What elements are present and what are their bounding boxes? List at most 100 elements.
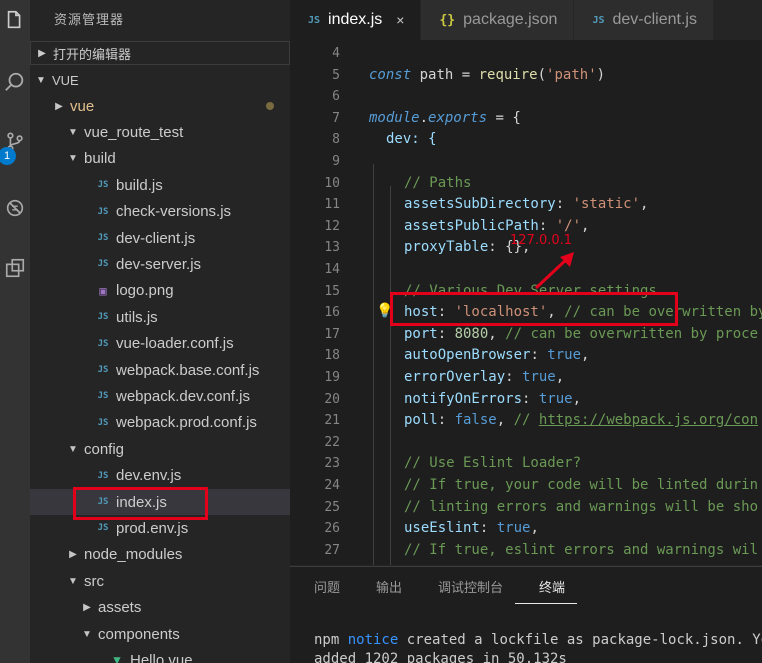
tree-item[interactable]: ▼ src bbox=[30, 568, 290, 594]
tree-item[interactable]: JS build.js bbox=[30, 172, 290, 198]
tree-item[interactable]: JS utils.js bbox=[30, 304, 290, 330]
token-text: : bbox=[479, 520, 497, 537]
chevron-right-icon: ▶ bbox=[55, 100, 63, 112]
token-boolean: false bbox=[454, 412, 497, 429]
open-editors-label: 打开的编辑器 bbox=[53, 46, 132, 62]
tree-item-label: vue bbox=[70, 97, 95, 115]
tab-label: package.json bbox=[463, 11, 558, 28]
tab-dev-client-js[interactable]: JS dev-client.js bbox=[574, 0, 714, 40]
line-number: 17 bbox=[324, 326, 340, 342]
tree-item[interactable]: JS dev-server.js bbox=[30, 251, 290, 277]
tab-output[interactable]: 输出 bbox=[352, 567, 414, 607]
code-line-19: errorOverlay: true, bbox=[404, 367, 564, 389]
token-text: : bbox=[522, 390, 539, 407]
line-number: 6 bbox=[332, 89, 340, 105]
code-line-11: assetsSubDirectory: 'static', bbox=[404, 194, 648, 216]
tree-item-label: check-versions.js bbox=[116, 203, 232, 221]
highlight-box-host bbox=[390, 292, 678, 326]
tree-item[interactable]: ▼ vue_route_test bbox=[30, 119, 290, 145]
line-number: 13 bbox=[324, 240, 340, 256]
tree-item[interactable]: ▶ node_modules bbox=[30, 542, 290, 568]
tree-item[interactable]: JS dev.env.js bbox=[30, 463, 290, 489]
tree-item[interactable]: JS webpack.prod.conf.js bbox=[30, 410, 290, 436]
tree-item-label: webpack.prod.conf.js bbox=[116, 414, 257, 432]
tree-item[interactable]: JS vue-loader.conf.js bbox=[30, 331, 290, 357]
annotation-text: 127.0.0.1 bbox=[510, 233, 573, 248]
code-line-27: // If true, eslint errors and warnings w… bbox=[404, 541, 759, 558]
close-icon[interactable]: × bbox=[396, 12, 404, 28]
files-icon[interactable] bbox=[0, 0, 30, 40]
js-file-icon: JS bbox=[97, 206, 109, 217]
token-text: : bbox=[437, 325, 455, 342]
token-string: 'static' bbox=[572, 196, 641, 213]
tree-item[interactable]: JS webpack.dev.conf.js bbox=[30, 383, 290, 409]
token-text: : bbox=[505, 368, 523, 385]
token-boolean: true bbox=[538, 390, 573, 407]
terminal-line: added 1202 packages in 50.132s bbox=[314, 651, 567, 663]
tab-problems[interactable]: 问题 bbox=[290, 567, 352, 607]
line-number: 12 bbox=[324, 218, 340, 234]
token-boolean: true bbox=[496, 520, 531, 537]
line-number: 11 bbox=[324, 197, 340, 213]
code-line-18: autoOpenBrowser: true, bbox=[404, 345, 589, 367]
line-number: 27 bbox=[324, 542, 340, 558]
code-line-23: // Use Eslint Loader? bbox=[404, 455, 582, 472]
chevron-down-icon: ▼ bbox=[82, 628, 92, 640]
token-text: : bbox=[538, 217, 556, 234]
code-line-8: dev: { bbox=[386, 129, 437, 151]
token-text: , bbox=[488, 325, 506, 342]
highlight-box-index-js bbox=[73, 487, 208, 520]
code-line-7: module.exports = { bbox=[369, 108, 521, 130]
token-property: poll bbox=[404, 412, 438, 429]
tree-item[interactable]: ▼ config bbox=[30, 436, 290, 462]
docs-link[interactable]: https://webpack.js.org/con bbox=[539, 412, 758, 428]
token-function: require bbox=[478, 66, 538, 83]
token-text: = { bbox=[487, 109, 521, 126]
chevron-right-icon: ▶ bbox=[38, 47, 46, 59]
terminal-line: npm notice created a lockfile as package… bbox=[314, 632, 762, 648]
tree-item[interactable]: ▣ logo.png bbox=[30, 278, 290, 304]
tree-item[interactable]: ▼ build bbox=[30, 146, 290, 172]
token-keyword: module bbox=[369, 109, 420, 126]
tab-package-json[interactable]: {} package.json bbox=[421, 0, 575, 40]
js-file-icon: JS bbox=[97, 338, 109, 349]
token-text: , bbox=[640, 196, 649, 213]
code-line-24: // If true, your code will be linted dur… bbox=[404, 476, 759, 493]
extensions-icon[interactable] bbox=[0, 248, 30, 288]
line-number: 8 bbox=[332, 132, 340, 148]
token-text: . bbox=[419, 109, 429, 126]
line-number: 7 bbox=[332, 110, 340, 126]
code-editor[interactable]: 4 5 6 7 8 9 10 11 12 13 14 15 16 17 18 19 20 21 22 23 24 25 26… bbox=[290, 40, 762, 565]
tree-item[interactable]: ▶ vue bbox=[30, 93, 290, 119]
tree-item[interactable]: JS check-versions.js bbox=[30, 199, 290, 225]
tree-item-label: components bbox=[98, 625, 180, 643]
search-icon[interactable] bbox=[0, 62, 30, 102]
code-line-5: const path = require('path') bbox=[369, 65, 605, 87]
tree-item[interactable]: ▼ components bbox=[30, 621, 290, 647]
json-file-icon: {} bbox=[439, 12, 456, 28]
tree-item[interactable]: JS webpack.base.conf.js bbox=[30, 357, 290, 383]
token-comment: // bbox=[513, 412, 539, 429]
line-number: 26 bbox=[324, 521, 340, 537]
tab-index-js[interactable]: JS index.js × bbox=[290, 0, 422, 40]
workspace-section[interactable]: ▼ VUE bbox=[30, 67, 290, 93]
js-file-icon: JS bbox=[97, 365, 109, 375]
tree-item[interactable]: ▶ assets bbox=[30, 595, 290, 621]
line-number: 20 bbox=[324, 391, 340, 407]
tab-terminal[interactable]: 终端 bbox=[515, 567, 578, 604]
token-keyword: exports bbox=[428, 109, 488, 126]
line-number: 25 bbox=[324, 499, 340, 515]
bottom-panel: 问题 输出 调试控制台 终端 npm notice created a lock… bbox=[290, 566, 762, 663]
debug-icon[interactable] bbox=[0, 188, 30, 228]
tab-debug-console[interactable]: 调试控制台 bbox=[414, 567, 515, 607]
open-editors-section[interactable]: ▶ 打开的编辑器 bbox=[30, 41, 290, 65]
line-number: 5 bbox=[332, 67, 340, 83]
js-file-icon: JS bbox=[97, 259, 109, 270]
tree-item[interactable]: JS dev-client.js bbox=[30, 225, 290, 251]
token-comment: // can be overwritten by proce bbox=[505, 325, 759, 342]
tree-item[interactable]: ▼ Hello.vue bbox=[30, 647, 290, 663]
token-property: autoOpenBrowser bbox=[404, 347, 531, 364]
chevron-down-icon: ▼ bbox=[36, 74, 46, 86]
chevron-down-icon: ▼ bbox=[68, 575, 78, 587]
code-line-25: // linting errors and warnings will be s… bbox=[404, 498, 759, 515]
